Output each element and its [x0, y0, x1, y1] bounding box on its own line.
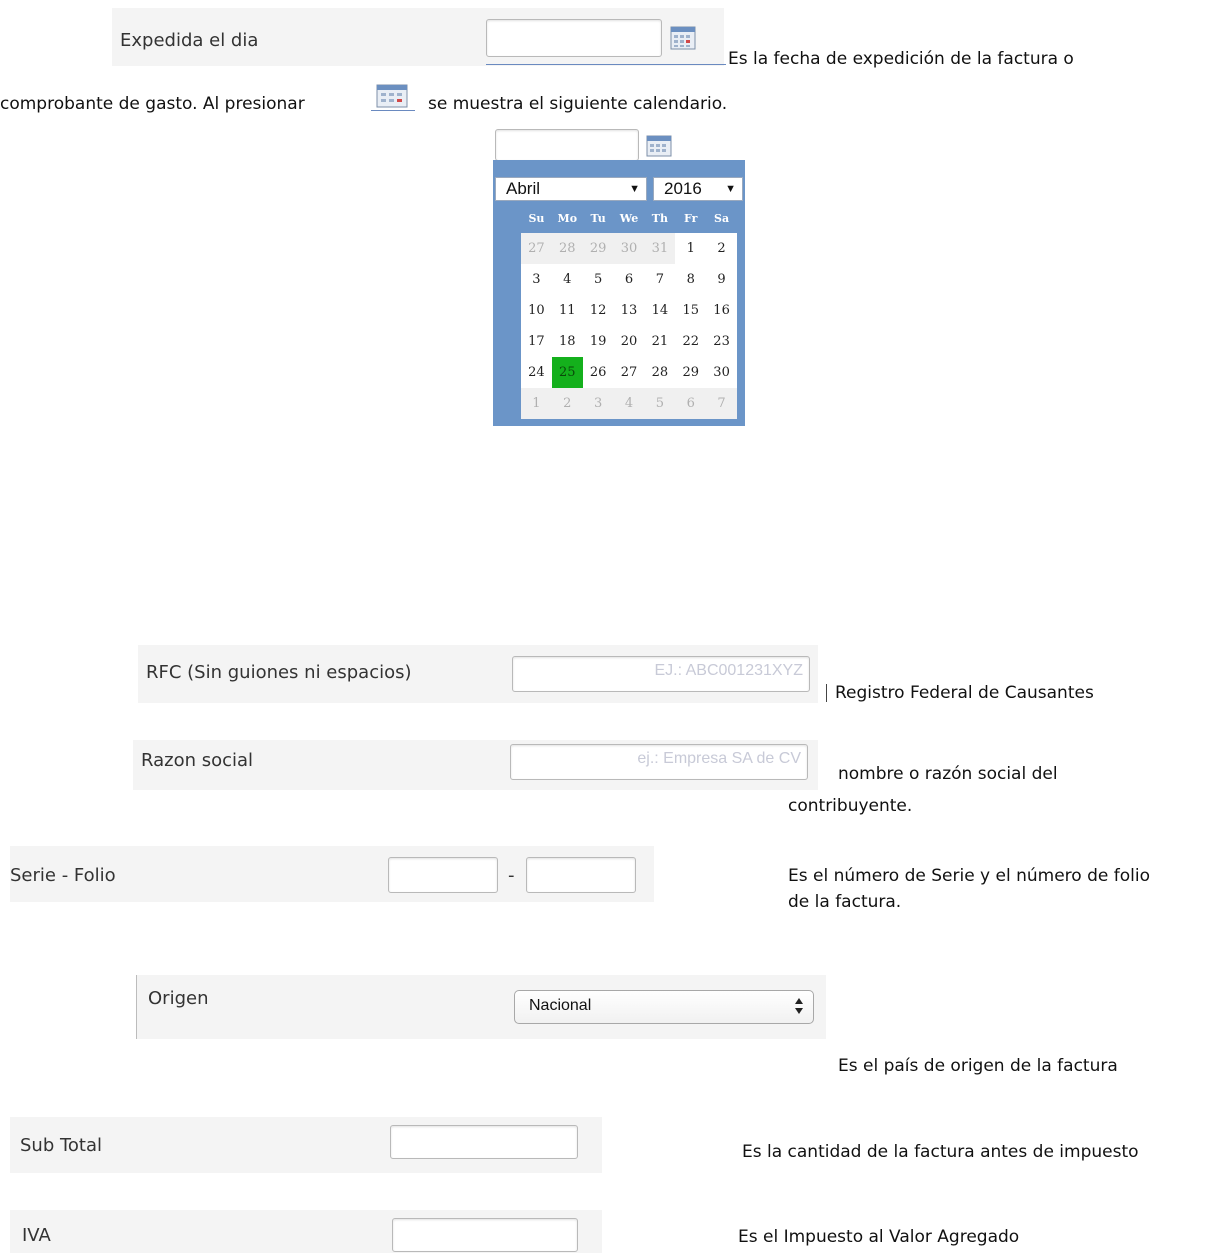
calendar-day[interactable]: 22: [675, 326, 706, 357]
calendar-day[interactable]: 29: [582, 233, 614, 264]
serie-desc-line2: de la factura.: [788, 892, 902, 912]
calendar-year-select[interactable]: 2016 ▼: [653, 177, 743, 201]
razon-placeholder: ej.: Empresa SA de CV: [637, 750, 801, 767]
calendar-day[interactable]: 27: [614, 357, 645, 388]
serie-separator: -: [508, 865, 515, 886]
razon-desc-line2: contribuyente.: [788, 796, 913, 816]
rfc-placeholder: EJ.: ABC001231XYZ: [654, 662, 803, 679]
iva-desc: Es el Impuesto al Valor Agregado: [738, 1227, 1020, 1247]
calendar-weekday: Su: [528, 212, 545, 225]
calendar-day[interactable]: 3: [582, 388, 614, 419]
calendar-date-input[interactable]: [495, 129, 639, 161]
calendar-day[interactable]: 1: [675, 233, 706, 264]
calendar-day-grid: 27 28 29 30 31 1 2 3 4 5 6 7 8 9 10 11 12 13 14 15 16 17 18 19 2…: [521, 233, 737, 419]
calendar-day[interactable]: 1: [521, 388, 552, 419]
calendar-day[interactable]: 27: [521, 233, 552, 264]
expedida-desc-line1: Es la fecha de expedición de la factura …: [728, 49, 1074, 69]
serie-label: Serie - Folio: [10, 865, 116, 886]
calendar-day[interactable]: 23: [706, 326, 737, 357]
calendar-day[interactable]: 4: [613, 388, 645, 419]
origen-label: Origen: [148, 988, 209, 1009]
origen-left-border: [136, 975, 137, 1039]
subtotal-label: Sub Total: [20, 1135, 103, 1156]
calendar-weekday-header: Su Mo Tu We Th Fr Sa: [521, 209, 737, 229]
calendar-weekday: Fr: [684, 212, 698, 225]
calendar-weekday: Tu: [590, 212, 606, 225]
calendar-day[interactable]: 6: [614, 264, 645, 295]
calendar-day[interactable]: 16: [706, 295, 737, 326]
calendar-day[interactable]: 5: [583, 264, 614, 295]
origen-select[interactable]: Nacional: [514, 990, 814, 1024]
calendar-day[interactable]: 30: [706, 357, 737, 388]
calendar-day[interactable]: 26: [583, 357, 614, 388]
calendar-weekday: Mo: [557, 212, 578, 225]
text-cursor: [826, 684, 827, 702]
calendar-day[interactable]: 28: [551, 233, 583, 264]
calendar-day[interactable]: 21: [644, 326, 675, 357]
subtotal-desc: Es la cantidad de la factura antes de im…: [742, 1142, 1139, 1162]
chevron-down-icon: ▼: [725, 183, 736, 195]
origen-selected-value: Nacional: [529, 997, 592, 1014]
calendar-day[interactable]: 6: [675, 388, 707, 419]
calendar-month-value: Abril: [506, 179, 541, 198]
calendar-day[interactable]: 13: [614, 295, 645, 326]
calendar-day[interactable]: 29: [675, 357, 706, 388]
calendar-month-select[interactable]: Abril ▼: [495, 177, 647, 201]
expedida-date-input[interactable]: [486, 19, 662, 57]
calendar-popup: Abril ▼ 2016 ▼ Su Mo Tu We Th Fr Sa 27 28 29 30 31…: [493, 127, 745, 429]
calendar-day[interactable]: 2: [551, 388, 583, 419]
calendar-day[interactable]: 25: [551, 357, 583, 388]
calendar-day[interactable]: 18: [552, 326, 583, 357]
calendar-day[interactable]: 24: [521, 357, 552, 388]
calendar-day[interactable]: 12: [583, 295, 614, 326]
calendar-icon[interactable]: [670, 26, 696, 50]
rfc-input[interactable]: EJ.: ABC001231XYZ: [512, 656, 810, 692]
calendar-day[interactable]: 8: [675, 264, 706, 295]
calendar-day[interactable]: 19: [583, 326, 614, 357]
calendar-day[interactable]: 15: [675, 295, 706, 326]
iva-label: IVA: [22, 1225, 51, 1246]
calendar-day[interactable]: 4: [552, 264, 583, 295]
calendar-day[interactable]: 3: [521, 264, 552, 295]
calendar-popup-icon[interactable]: [646, 135, 672, 157]
razon-input[interactable]: ej.: Empresa SA de CV: [510, 744, 808, 780]
calendar-day[interactable]: 7: [706, 388, 737, 419]
expedida-desc-line2a: comprobante de gasto. Al presionar: [0, 94, 305, 114]
calendar-icon-inline: [371, 84, 415, 112]
rfc-label: RFC (Sin guiones ni espacios): [146, 662, 412, 683]
calendar-day[interactable]: 2: [706, 233, 737, 264]
calendar-day[interactable]: 5: [644, 388, 676, 419]
expedida-label: Expedida el dia: [120, 30, 259, 51]
expedida-underline: [486, 64, 726, 65]
calendar-weekday: Sa: [714, 212, 730, 225]
calendar-day[interactable]: 10: [521, 295, 552, 326]
razon-label: Razon social: [141, 750, 254, 771]
razon-desc-line1: nombre o razón social del: [838, 764, 1058, 784]
calendar-day[interactable]: 11: [552, 295, 583, 326]
folio-input[interactable]: [526, 857, 636, 893]
calendar-year-value: 2016: [664, 179, 702, 198]
chevron-down-icon: ▼: [629, 183, 640, 195]
iva-input[interactable]: [392, 1218, 578, 1252]
rfc-desc: Registro Federal de Causantes: [835, 683, 1094, 703]
calendar-day[interactable]: 31: [644, 233, 676, 264]
calendar-weekday: We: [619, 212, 639, 225]
calendar-day[interactable]: 17: [521, 326, 552, 357]
select-arrows-icon: [795, 998, 803, 1014]
calendar-day[interactable]: 28: [644, 357, 675, 388]
calendar-day[interactable]: 14: [644, 295, 675, 326]
calendar-weekday: Th: [651, 212, 668, 225]
subtotal-input[interactable]: [390, 1125, 578, 1159]
serie-input[interactable]: [388, 857, 498, 893]
expedida-desc-line2b: se muestra el siguiente calendario.: [428, 94, 728, 114]
calendar-day[interactable]: 20: [614, 326, 645, 357]
serie-desc-line1: Es el número de Serie y el número de fol…: [788, 866, 1150, 886]
calendar-day[interactable]: 9: [706, 264, 737, 295]
origen-desc: Es el país de origen de la factura: [838, 1056, 1118, 1076]
calendar-day[interactable]: 7: [644, 264, 675, 295]
calendar-day[interactable]: 30: [613, 233, 645, 264]
